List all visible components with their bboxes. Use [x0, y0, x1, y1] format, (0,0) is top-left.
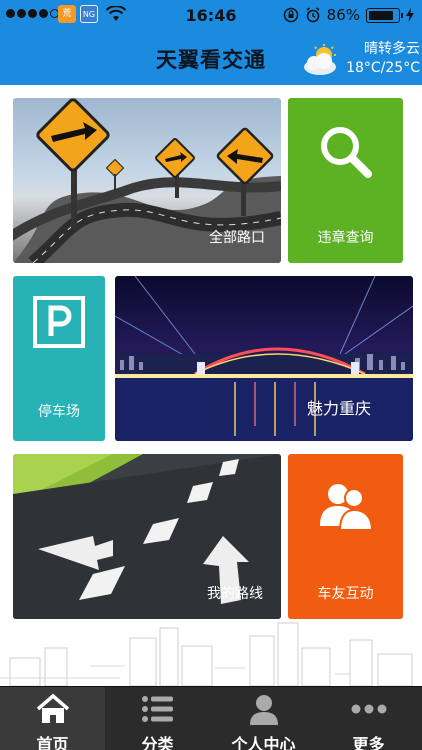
status-bar: 荒 NG 16:46 86%: [0, 0, 422, 30]
charming-chongqing-tile[interactable]: 魅力重庆: [115, 276, 413, 441]
tab-more[interactable]: 更多: [316, 687, 421, 750]
charging-icon: [406, 8, 414, 22]
list-icon: [142, 696, 173, 722]
all-intersections-label: 全部路口: [209, 230, 265, 246]
battery-percent: 86%: [326, 6, 360, 24]
people-icon: [320, 484, 374, 531]
all-intersections-tile[interactable]: 全部路口: [13, 98, 281, 263]
weather-temperature: 18°C/25°C: [346, 60, 420, 76]
my-route-label: 我的路线: [207, 586, 263, 602]
navigation-bar: 天翼看交通 晴转多云 18°C/25°C: [0, 30, 422, 85]
tab-home[interactable]: 首页: [0, 687, 105, 750]
tab-bar: 首页 分类 个人中心 更多: [0, 686, 422, 750]
tab-profile[interactable]: 个人中心: [211, 687, 316, 750]
charming-chongqing-label: 魅力重庆: [306, 399, 371, 418]
tab-category-label: 分类: [141, 735, 174, 750]
person-icon: [250, 695, 278, 725]
partly-cloudy-icon: [304, 44, 336, 75]
tab-home-label: 首页: [36, 735, 69, 750]
tab-more-label: 更多: [352, 735, 385, 750]
battery-icon: [366, 7, 403, 23]
weather-widget[interactable]: 晴转多云 18°C/25°C: [302, 38, 420, 80]
weather-condition: 晴转多云: [364, 41, 420, 57]
orientation-lock-icon: [283, 7, 298, 23]
alarm-icon: [306, 7, 320, 23]
parking-label: 停车场: [38, 404, 80, 420]
driver-community-tile[interactable]: 车友互动: [288, 454, 403, 619]
parking-icon: [33, 296, 85, 348]
tab-category[interactable]: 分类: [105, 687, 210, 750]
home-icon: [36, 693, 70, 723]
parking-tile[interactable]: 停车场: [13, 276, 105, 441]
more-icon: [351, 704, 387, 714]
tab-profile-label: 个人中心: [231, 735, 296, 750]
violation-query-label: 违章查询: [317, 230, 374, 246]
my-route-tile[interactable]: 我的路线: [13, 454, 281, 619]
city-skyline-illustration: [0, 622, 413, 686]
violation-query-tile[interactable]: 违章查询: [288, 98, 403, 263]
search-icon: [321, 127, 372, 178]
driver-community-label: 车友互动: [317, 586, 374, 602]
